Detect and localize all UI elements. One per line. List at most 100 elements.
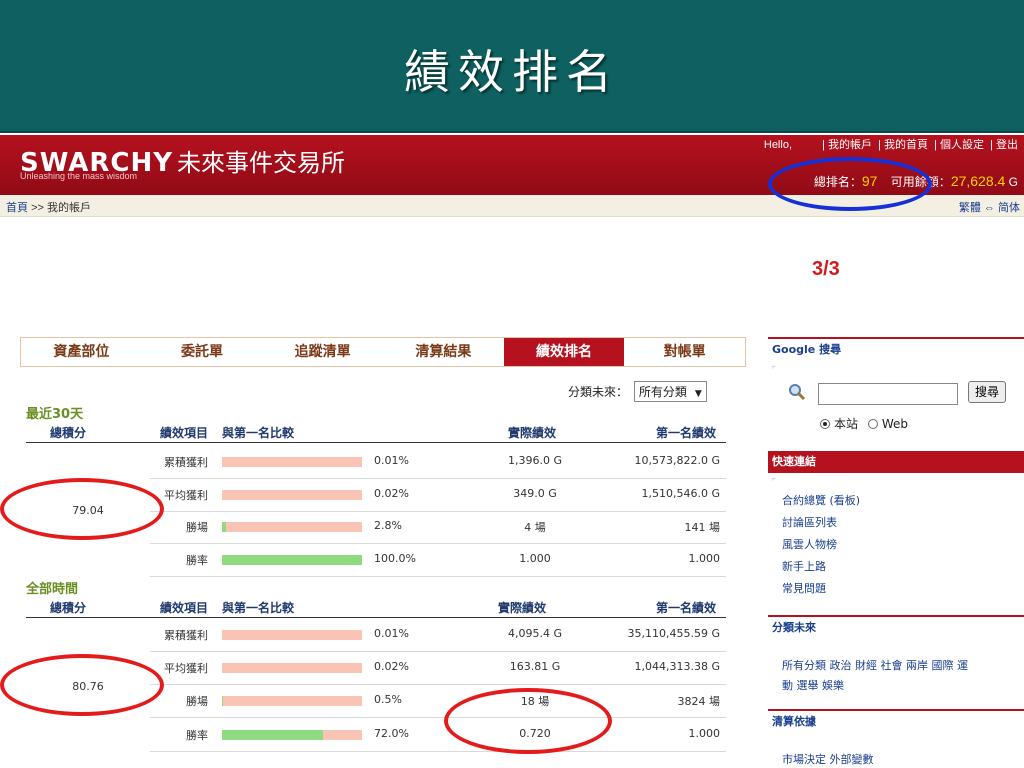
compare-percent: 2.8%	[374, 519, 402, 532]
my-account-link[interactable]: | 我的帳戶	[822, 139, 872, 151]
col-head-compare: 與第一名比較	[222, 601, 295, 615]
metric-label: 勝場	[186, 521, 208, 534]
actual-value: 349.0 G	[513, 487, 557, 500]
annotation-circle-score-all	[0, 654, 164, 716]
category-filter: 分類未來： 所有分類 ▼	[568, 381, 707, 402]
compare-bar	[222, 730, 362, 740]
row-divider	[150, 751, 726, 752]
compare-percent: 100.0%	[374, 552, 416, 565]
row-divider	[150, 478, 726, 479]
first-value: 35,110,455.59 G	[627, 627, 721, 640]
search-input[interactable]	[818, 383, 958, 405]
corner-mark: ⌜	[772, 365, 776, 374]
filter-value: 所有分類	[638, 385, 687, 399]
col-head-score: 總積分	[50, 426, 87, 440]
actual-value: 4,095.4 G	[507, 627, 562, 640]
quick-links-title: 快速連結	[768, 451, 1024, 473]
chevron-down-icon: ▼	[694, 389, 702, 399]
col-head-actual: 實際績效	[508, 426, 557, 440]
my-home-link[interactable]: | 我的首頁	[878, 139, 928, 151]
tab-orders[interactable]: 委託單	[142, 338, 263, 366]
slide-title: 績效排名	[404, 45, 620, 99]
radio-web[interactable]	[867, 419, 878, 429]
balance-value: 27,628.4	[950, 173, 1006, 189]
first-value: 1,510,546.0 G	[641, 487, 721, 500]
compare-bar-fill	[222, 696, 223, 706]
compare-bar	[222, 663, 362, 673]
table-header-divider	[26, 442, 726, 443]
annotation-circle-rank	[768, 157, 932, 211]
compare-bar	[222, 522, 362, 532]
radio-site-label: 本站	[834, 417, 859, 431]
first-value: 1.000	[688, 552, 721, 565]
settlement-basis-links[interactable]: 市場決定 外部變數	[782, 751, 874, 767]
metric-label: 累積獲利	[164, 456, 208, 469]
metric-label: 累積獲利	[164, 629, 208, 642]
actual-value: 1,396.0 G	[507, 454, 562, 467]
quick-link-contracts[interactable]: 合約總覽 (看板)	[782, 492, 860, 508]
settlement-basis-title: 清算依據	[768, 709, 1024, 731]
table-header-divider	[26, 617, 726, 618]
col-head-actual: 實際績效	[498, 601, 547, 615]
category-title: 分類未來	[768, 615, 1024, 637]
language-switch[interactable]: 繁體 ⇔ 简体	[959, 199, 1020, 215]
category-links[interactable]: 所有分類 政治 財經 社會 兩岸 國際 運	[782, 657, 968, 673]
quick-link-forum[interactable]: 討論區列表	[782, 514, 837, 530]
quick-link-leaders[interactable]: 風雲人物榜	[782, 536, 837, 552]
hello-text: Hello,	[763, 139, 792, 151]
compare-bar-fill	[222, 555, 362, 565]
metric-label: 勝率	[186, 729, 208, 742]
row-divider	[150, 684, 726, 685]
radio-site[interactable]	[820, 419, 830, 429]
compare-percent: 72.0%	[374, 727, 409, 740]
balance-unit: G	[1008, 175, 1018, 189]
page-indicator: 3/3	[812, 258, 840, 280]
tab-performance[interactable]: 績效排名	[503, 338, 625, 366]
first-value: 3824 場	[677, 695, 721, 708]
search-scope: 本站 Web	[820, 415, 908, 432]
section-label-alltime: 全部時間	[26, 582, 79, 597]
logout-link[interactable]: | 登出	[990, 139, 1018, 151]
actual-value: 4 場	[524, 521, 546, 534]
settings-link[interactable]: | 個人設定	[934, 139, 984, 151]
col-head-first: 第一名績效	[656, 601, 717, 615]
compare-bar	[222, 696, 362, 706]
quick-link-newbie[interactable]: 新手上路	[782, 558, 826, 574]
compare-percent: 0.5%	[374, 693, 402, 706]
breadcrumb: 首頁 >> 我的帳戶	[6, 199, 91, 215]
col-head-compare: 與第一名比較	[222, 426, 295, 440]
col-head-item: 績效項目	[160, 426, 209, 440]
col-head-score: 總積分	[50, 601, 87, 615]
tab-statement[interactable]: 對帳單	[624, 338, 745, 366]
top-links: Hello, | 我的帳戶 | 我的首頁 | 個人設定 | 登出	[761, 136, 1018, 152]
compare-bar-fill	[222, 730, 323, 740]
filter-label: 分類未來：	[568, 385, 629, 399]
breadcrumb-sep: >>	[31, 202, 44, 214]
slide-title-bar: 績效排名	[0, 0, 1024, 133]
category-select[interactable]: 所有分類 ▼	[633, 381, 707, 402]
actual-value: 163.81 G	[509, 660, 561, 673]
compare-bar	[222, 630, 362, 640]
col-head-first: 第一名績效	[656, 426, 717, 440]
search-button[interactable]: 搜尋	[968, 381, 1006, 403]
corner-mark: ⌜	[772, 477, 776, 486]
category-links-2[interactable]: 動 選舉 娛樂	[782, 677, 844, 693]
row-divider	[150, 511, 726, 512]
actual-value: 1.000	[519, 552, 551, 565]
radio-web-label: Web	[881, 417, 909, 431]
tab-watchlist[interactable]: 追蹤清單	[262, 338, 383, 366]
breadcrumb-home[interactable]: 首頁	[6, 202, 28, 214]
compare-bar	[222, 490, 362, 500]
tab-settlement[interactable]: 清算結果	[383, 338, 504, 366]
compare-percent: 0.02%	[374, 660, 409, 673]
breadcrumb-current: 我的帳戶	[46, 202, 91, 214]
compare-percent: 0.02%	[374, 487, 409, 500]
google-search-title: Google 搜尋	[768, 337, 1024, 359]
metric-label: 勝率	[186, 554, 208, 567]
quick-link-faq[interactable]: 常見問題	[782, 580, 826, 596]
first-value: 10,573,822.0 G	[634, 454, 721, 467]
row-divider	[150, 543, 726, 544]
tab-assets[interactable]: 資產部位	[21, 338, 142, 366]
logo-tagline: Unleashing the mass wisdom	[20, 171, 138, 181]
col-head-item: 績效項目	[160, 601, 209, 615]
